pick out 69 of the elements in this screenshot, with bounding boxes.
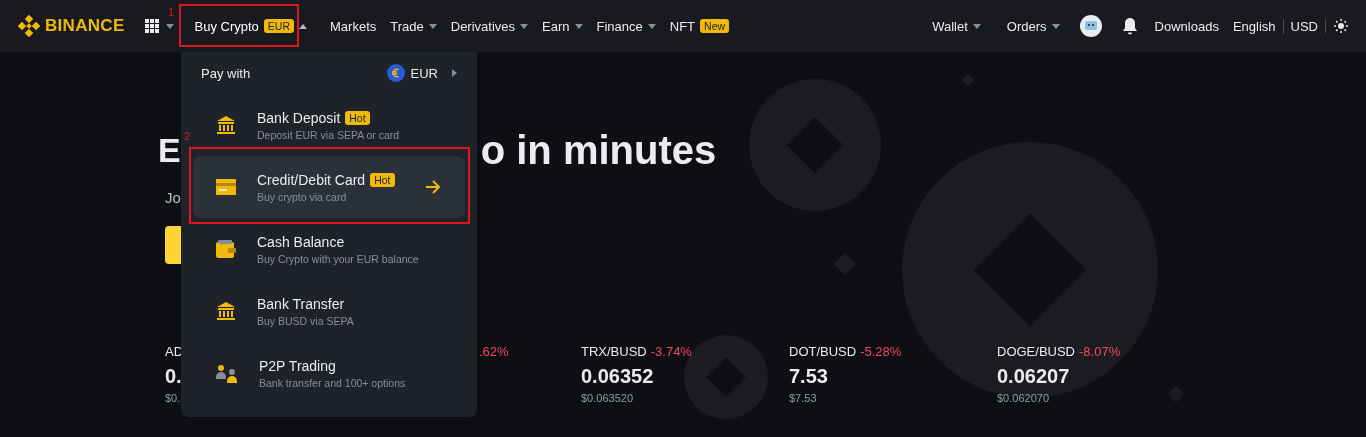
menu-item[interactable]: Bank Deposit Hot Deposit EUR via SEPA or card bbox=[193, 94, 465, 156]
nav-menu-item[interactable]: Wallet bbox=[925, 18, 997, 34]
ticker-usd-price: $0.062070 bbox=[997, 392, 1049, 404]
nav-menu-item[interactable]: NFT New bbox=[662, 18, 737, 34]
menu-item-description: Buy BUSD via SEPA bbox=[257, 314, 355, 327]
ticker-pair[interactable]: TRX/BUSD bbox=[581, 344, 647, 359]
nav-menu-item[interactable]: Finance bbox=[589, 18, 663, 34]
ticker-usd-price: $0.063520 bbox=[581, 392, 633, 404]
menu-item-description: Bank transfer and 100+ options bbox=[259, 376, 407, 389]
nav-menu-item[interactable]: Derivatives bbox=[443, 18, 536, 34]
menu-item-description: Buy crypto via card bbox=[257, 190, 348, 203]
nav-menu-item[interactable]: Trade bbox=[383, 18, 444, 34]
price-change: -5.28% bbox=[860, 344, 902, 359]
menu-item-title: Bank Deposit bbox=[257, 109, 341, 126]
ticker-pair[interactable]: DOGE/BUSD bbox=[997, 344, 1075, 359]
tag-label: EUR bbox=[263, 19, 295, 33]
menu-item[interactable]: Cash Balance Buy Crypto with your EUR balance bbox=[193, 218, 465, 280]
logo-icon[interactable] bbox=[18, 15, 40, 37]
caret-icon bbox=[1051, 23, 1060, 29]
sun-icon[interactable] bbox=[1325, 19, 1348, 33]
hero-title: o in minutes bbox=[480, 129, 717, 171]
hero-subtitle: Jo bbox=[165, 189, 181, 206]
arrow-right-icon bbox=[425, 180, 441, 194]
menu-item-title: P2P Trading bbox=[259, 357, 336, 374]
menu-item[interactable]: Credit/Debit Card Hot Buy crypto via card bbox=[193, 156, 465, 218]
hero-title: E bbox=[158, 130, 181, 171]
ticker-price: 7.53 bbox=[789, 365, 828, 388]
nav-menu-item[interactable]: Earn bbox=[535, 18, 590, 34]
ticker-price: 0. bbox=[165, 365, 182, 388]
price-change: .62% bbox=[479, 344, 509, 359]
currency-selector[interactable]: EUR bbox=[386, 64, 457, 82]
price-change: -8.07% bbox=[1079, 344, 1121, 359]
nav-menu-item[interactable]: Orders bbox=[996, 18, 1070, 34]
caret-icon bbox=[972, 23, 981, 29]
notification-bell-icon[interactable] bbox=[1121, 17, 1138, 35]
annotation-number: 1 bbox=[168, 6, 175, 18]
menu-item-title: Credit/Debit Card bbox=[257, 171, 366, 188]
ticker-pair[interactable]: DOT/BUSD bbox=[789, 344, 857, 359]
apps-grid-icon[interactable] bbox=[144, 19, 159, 33]
bank-icon bbox=[216, 301, 236, 321]
nav-menu-item[interactable]: Buy Crypto EUR bbox=[187, 18, 324, 34]
nav-link[interactable]: Downloads bbox=[1147, 18, 1226, 34]
caret-icon[interactable] bbox=[165, 23, 174, 29]
bank-icon bbox=[216, 115, 236, 135]
ticker-usd-price: $7.53 bbox=[789, 392, 817, 404]
caret-icon bbox=[452, 69, 457, 77]
annotation-number: 2 bbox=[184, 130, 191, 142]
ticker-usd-price: $0. bbox=[165, 392, 181, 404]
ticker-price: 0.06207 bbox=[997, 365, 1070, 388]
nav-menu-item[interactable]: Markets bbox=[323, 18, 384, 34]
menu-header: Pay with bbox=[201, 65, 251, 81]
credit-card-icon bbox=[216, 179, 236, 195]
menu-item-description: Deposit EUR via SEPA or card bbox=[257, 128, 401, 141]
wallet-icon bbox=[216, 240, 236, 258]
tag-label: New bbox=[700, 19, 730, 33]
price-change: -3.74% bbox=[650, 344, 692, 359]
people-icon bbox=[216, 363, 238, 383]
logo-text[interactable]: BINANCE bbox=[45, 16, 125, 36]
nav-link[interactable]: English bbox=[1225, 18, 1283, 34]
euro-coin-icon bbox=[386, 64, 405, 82]
ticker-price: 0.06352 bbox=[581, 365, 654, 388]
menu-item[interactable]: Bank Transfer Buy BUSD via SEPA bbox=[193, 280, 465, 342]
menu-item-description: Buy Crypto with your EUR balance bbox=[257, 252, 420, 265]
menu-item-title: Cash Balance bbox=[257, 233, 345, 250]
tag-label: Hot bbox=[345, 110, 370, 125]
tag-label: Hot bbox=[370, 172, 395, 187]
menu-item-title: Bank Transfer bbox=[257, 295, 345, 312]
avatar-icon[interactable] bbox=[1079, 15, 1102, 37]
menu-item[interactable]: P2P Trading Bank transfer and 100+ options bbox=[193, 342, 465, 404]
